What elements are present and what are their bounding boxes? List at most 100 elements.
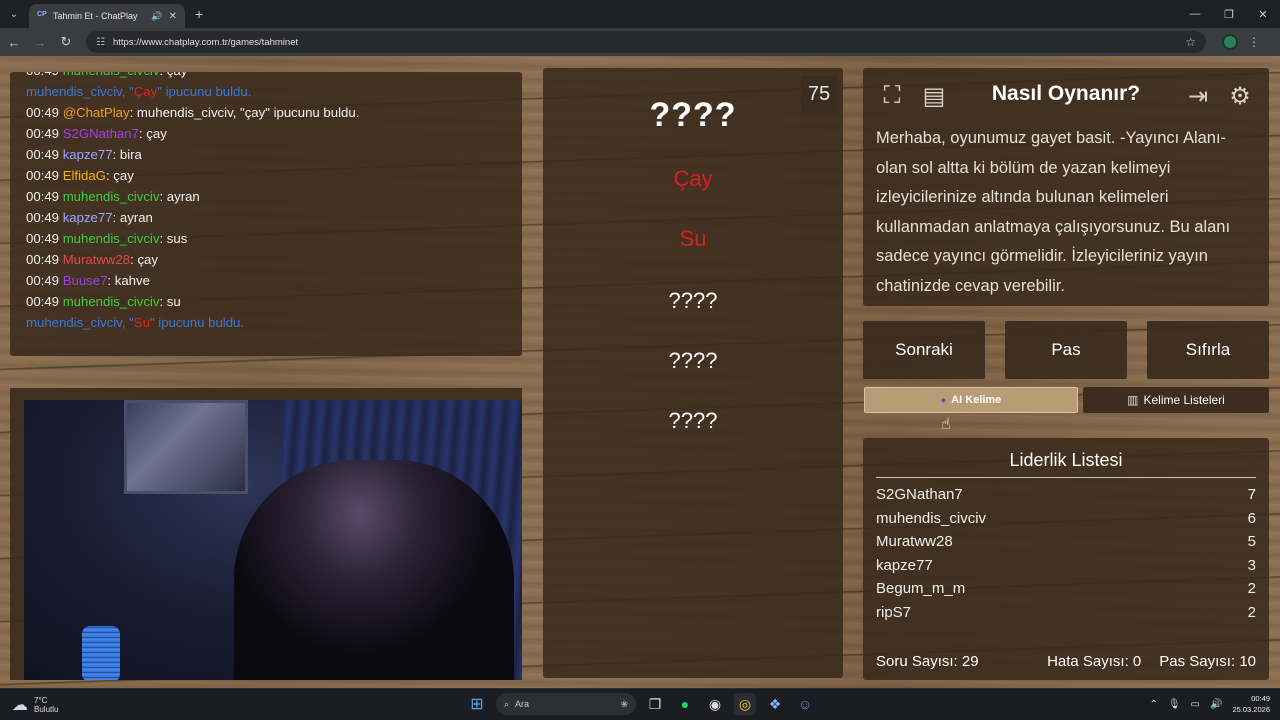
chat-text: : ayran [159,189,200,204]
chat-username[interactable]: muhendis_civciv [63,294,160,309]
tab-search-icon[interactable]: ⌄ [5,5,23,23]
player-name: S2GNathan7 [876,486,963,503]
word-lists-button[interactable]: ▥ Kelime Listeleri [1083,387,1269,413]
player-score: 2 [1247,580,1256,598]
site-info-icon[interactable]: ☷ [96,37,105,48]
robot-icon: ● [940,395,947,405]
omnibox[interactable]: ☷ https://www.chatplay.com.tr/games/tahm… [86,31,1206,53]
chat-time: 00:49 [26,126,60,141]
weather-temp: 7°C [34,696,48,705]
question-count: Soru Sayısı: 29 [876,653,979,670]
chat-message: 00:49 muhendis_civciv: sus [26,228,506,249]
url-text[interactable]: https://www.chatplay.com.tr/games/tahmin… [113,37,1177,48]
spotify-icon[interactable]: ● [674,693,696,715]
search-placeholder: Ara [515,699,530,709]
display-icon[interactable]: ▭ [1191,699,1200,710]
reset-button[interactable]: Sıfırla [1147,321,1269,379]
chat-username[interactable]: ElfidaG [63,168,106,183]
chat-username[interactable]: kapze77 [63,210,113,225]
pass-button[interactable]: Pas [1005,321,1127,379]
taskbar-apps: ⊞ ⌕ Ara ❀ ❐ ● ◉ ◎ ❖ ☺ [466,693,816,715]
chat-text: : çay [130,252,158,267]
close-tab-icon[interactable]: ✕ [169,11,177,22]
found-word: Çay [133,84,158,99]
wall-painting [124,400,248,494]
speaker [82,626,120,680]
chat-message: 00:49 muhendis_civciv: çay [26,72,506,81]
search-highlight-icon: ❀ [620,698,628,709]
clock-date: 25.03.2026 [1232,705,1270,714]
taskbar-search[interactable]: ⌕ Ara ❀ [496,693,636,715]
restore-icon[interactable]: ❐ [1212,0,1246,28]
chat-username[interactable]: Muratww28 [63,252,130,267]
browser-tab-bar: ⌄ CP Tahmin Et - ChatPlay 🔊 ✕ + — ❐ ✕ [0,0,1280,28]
chat-time: 00:49 [26,273,60,288]
clue-word: ???? [668,288,718,313]
audio-icon[interactable]: 🔊 [151,11,162,22]
clue-word: Çay [673,166,713,191]
weather-widget[interactable]: ☁ 7°C Bulutlu [12,695,58,715]
app-icon[interactable]: ❖ [764,693,786,715]
tab-title: Tahmin Et - ChatPlay [53,11,138,21]
microphone-icon[interactable]: 🎙 [1168,699,1181,710]
reload-icon[interactable]: ↻ [54,30,78,54]
list-icon: ▥ [1127,393,1139,407]
player-score: 3 [1247,556,1256,574]
tray-chevron-icon[interactable]: ⌃ [1149,699,1157,710]
player-name: ripS7 [876,603,912,621]
chat-message: 00:49 Muratww28: çay [26,249,506,270]
player-name: kapze77 [876,556,933,574]
webcam-image [24,400,522,680]
player-name: muhendis_civciv [876,509,987,527]
leaderboard-list[interactable]: S2GNathan7 7 muhendis_civciv 6 Muratww28 5 kap… [876,483,1256,623]
player-score: 7 [1247,486,1256,503]
profile-avatar[interactable] [1222,34,1238,50]
next-button[interactable]: Sonraki [863,321,985,379]
task-view-icon[interactable]: ❐ [644,693,666,715]
chat-panel: 00:49 muhendis_civciv: çaymuhendis_civci… [10,72,522,356]
ai-word-button[interactable]: ● AI Kelime [864,387,1078,413]
chat-time: 00:49 [26,210,60,225]
player-score: 5 [1247,533,1256,551]
volume-icon[interactable]: 🔊 [1210,699,1222,710]
clue-word: Su [679,226,707,251]
chat-time: 00:49 [26,147,60,162]
leaderboard-panel: Liderlik Listesi S2GNathan7 7 muhendis_civ… [863,438,1269,680]
chat-username[interactable]: Buuse7 [63,273,108,288]
chat-message: 00:49 S2GNathan7: çay [26,123,506,144]
leaderboard-row: S2GNathan7 7 [876,483,1256,507]
weather-desc: Bulutlu [34,705,59,714]
chat-username[interactable]: kapze77 [63,147,113,162]
chat-username[interactable]: @ChatPlay [63,105,130,120]
browser-tab[interactable]: CP Tahmin Et - ChatPlay 🔊 ✕ [29,4,185,28]
chat-system-message: muhendis_civciv, "Su" ipucunu buldu. [26,312,506,333]
back-icon[interactable]: ← [2,30,26,54]
chat-time: 00:49 [26,189,60,204]
chrome-icon[interactable]: ◎ [734,693,756,715]
more-menu-icon[interactable]: ⋮ [1248,35,1260,49]
how-to-play-text: Merhaba, oyunumuz gayet basit. -Yayıncı … [876,129,1231,295]
minimize-icon[interactable]: — [1178,0,1212,28]
chat-username[interactable]: S2GNathan7 [63,126,139,141]
system-text: muhendis_civciv, " [26,315,134,330]
hand-cursor-icon: ☝ [941,416,951,433]
error-count: Hata Sayısı: 0 [1047,653,1142,670]
clock[interactable]: 00:49 25.03.2026 [1232,693,1270,715]
windows-start-icon[interactable]: ⊞ [466,693,488,715]
chat-username[interactable]: muhendis_civciv [63,189,160,204]
player-name: Begum_m_m [876,580,966,598]
forward-icon[interactable]: → [28,30,52,54]
word-panel: 75 ???? Çay Su???????????? [543,68,843,678]
obs-icon[interactable]: ◉ [704,693,726,715]
close-window-icon[interactable]: ✕ [1246,0,1280,28]
player-score: 2 [1247,603,1256,621]
bookmark-star-icon[interactable]: ☆ [1185,35,1196,49]
discord-icon[interactable]: ☺ [794,693,816,715]
clue-word: ???? [668,348,718,373]
chat-username[interactable]: muhendis_civciv [63,72,160,78]
system-text: " ipucunu buldu. [157,84,252,99]
chat-username[interactable]: muhendis_civciv [63,231,160,246]
pass-count: Pas Sayısı: 10 [1159,653,1256,670]
new-tab-icon[interactable]: + [195,6,203,22]
cloud-icon: ☁ [12,697,28,714]
